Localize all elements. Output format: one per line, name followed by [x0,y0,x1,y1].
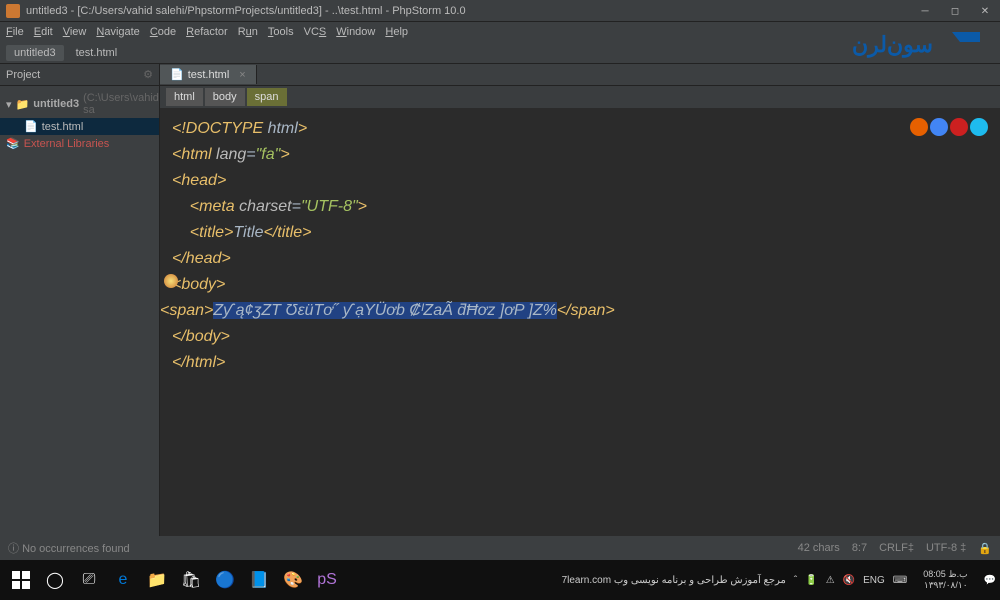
menu-tools[interactable]: Tools [268,26,294,38]
navigation-bar: untitled3 test.html [0,42,1000,64]
chevron-down-icon[interactable]: ▾ [6,98,12,111]
menu-refactor[interactable]: Refactor [186,26,228,38]
status-chars: 42 chars [798,542,840,555]
breadcrumb-file[interactable]: test.html [68,45,126,61]
code-editor[interactable]: <!DOCTYPE html> <html lang="fa"> <head> … [160,108,1000,384]
panel-settings-icon[interactable]: ⚙ [143,68,153,81]
menu-window[interactable]: Window [336,26,375,38]
project-panel-title: Project [6,69,40,81]
menu-file[interactable]: File [6,26,24,38]
windows-taskbar: ◯ ⎚ e 📁 🛍 🔵 📘 🎨 pS 7learn.com مرجع آموزش… [0,560,1000,600]
close-button[interactable]: ✕ [970,0,1000,22]
status-encoding[interactable]: UTF-8 ‡ [926,542,966,555]
chrome-icon[interactable] [930,118,948,136]
tree-root-path: (C:\Users\vahid sa [83,92,159,116]
task-view-icon[interactable]: ⎚ [72,563,106,597]
editor-breadcrumbs: html body span [160,86,1000,108]
menu-navigate[interactable]: Navigate [96,26,139,38]
svg-text:سون‌لرن: سون‌لرن [852,32,933,58]
breadcrumb-project[interactable]: untitled3 [6,45,64,61]
watermark-logo: سون‌لرن [852,24,982,64]
status-info-icon: ⓘ [8,543,19,555]
menu-vcs[interactable]: VCS [304,26,327,38]
explorer-icon[interactable]: 📁 [140,563,174,597]
library-icon: 📚 [6,137,20,150]
menu-run[interactable]: Run [238,26,258,38]
status-bar: ⓘ No occurrences found 42 chars 8:7 CRLF… [0,536,1000,560]
gutter-marker-icon[interactable] [164,274,178,288]
tray-network-icon[interactable]: ⚠ [826,575,835,586]
tray-keyboard-icon[interactable]: ⌨ [893,575,907,586]
tray-volume-icon[interactable]: 🔇 [843,575,855,586]
store-icon[interactable]: 🛍 [174,563,208,597]
tree-file[interactable]: test.html [42,121,84,133]
system-tray: 7learn.com مرجع آموزش طراحی و برنامه نوی… [562,569,996,591]
tray-lang[interactable]: ENG [863,575,885,586]
tab-test-html[interactable]: 📄 test.html × [160,65,257,84]
bc-body[interactable]: body [205,88,245,106]
paint-icon[interactable]: 🎨 [276,563,310,597]
menu-code[interactable]: Code [150,26,176,38]
ie-icon[interactable] [970,118,988,136]
action-center-icon[interactable]: 💬 [984,575,996,586]
status-lock-icon[interactable]: 🔒 [978,542,992,555]
html-file-icon: 📄 [24,120,38,133]
tray-clock[interactable]: 08:05 ب.ظ۱۳۹۳/۰۸/۱۰ [915,569,975,591]
browser-icons-bar [910,118,988,136]
window-title: untitled3 - [C:/Users/vahid salehi/Phpst… [26,5,466,17]
minimize-button[interactable]: ─ [910,0,940,22]
html-file-icon: 📄 [170,68,184,81]
firefox-icon[interactable] [910,118,928,136]
edge-icon[interactable]: e [106,563,140,597]
maximize-button[interactable]: ◻ [940,0,970,22]
menu-help[interactable]: Help [385,26,408,38]
menu-view[interactable]: View [63,26,87,38]
status-line-ending[interactable]: CRLF‡ [879,542,914,555]
bc-span[interactable]: span [247,88,287,106]
window-titlebar: untitled3 - [C:/Users/vahid salehi/Phpst… [0,0,1000,22]
project-tool-window: Project ⚙ ▾ 📁 untitled3 (C:\Users\vahid … [0,64,160,536]
main-menu: File Edit View Navigate Code Refactor Ru… [0,22,1000,42]
word-icon[interactable]: 📘 [242,563,276,597]
status-left: No occurrences found [22,543,130,555]
editor-area: 📄 test.html × html body span <!DOCTYPE h… [160,64,1000,536]
tray-text: 7learn.com مرجع آموزش طراحی و برنامه نوی… [562,575,786,586]
project-tree[interactable]: ▾ 📁 untitled3 (C:\Users\vahid sa 📄 test.… [0,86,159,156]
phpstorm-taskbar-icon[interactable]: pS [310,563,344,597]
menu-edit[interactable]: Edit [34,26,53,38]
close-tab-icon[interactable]: × [239,69,245,81]
status-position[interactable]: 8:7 [852,542,867,555]
chrome-taskbar-icon[interactable]: 🔵 [208,563,242,597]
tab-label: test.html [188,69,230,81]
opera-icon[interactable] [950,118,968,136]
tree-external-libs[interactable]: External Libraries [24,138,110,150]
tray-battery-icon[interactable]: 🔋 [805,575,817,586]
bc-html[interactable]: html [166,88,203,106]
cortana-icon[interactable]: ◯ [38,563,72,597]
editor-tabs: 📄 test.html × [160,64,1000,86]
tray-up-icon[interactable]: ˆ [794,575,797,586]
tree-root[interactable]: untitled3 [33,98,79,110]
app-icon [6,4,20,18]
start-button[interactable] [4,563,38,597]
folder-icon: 📁 [16,98,30,111]
